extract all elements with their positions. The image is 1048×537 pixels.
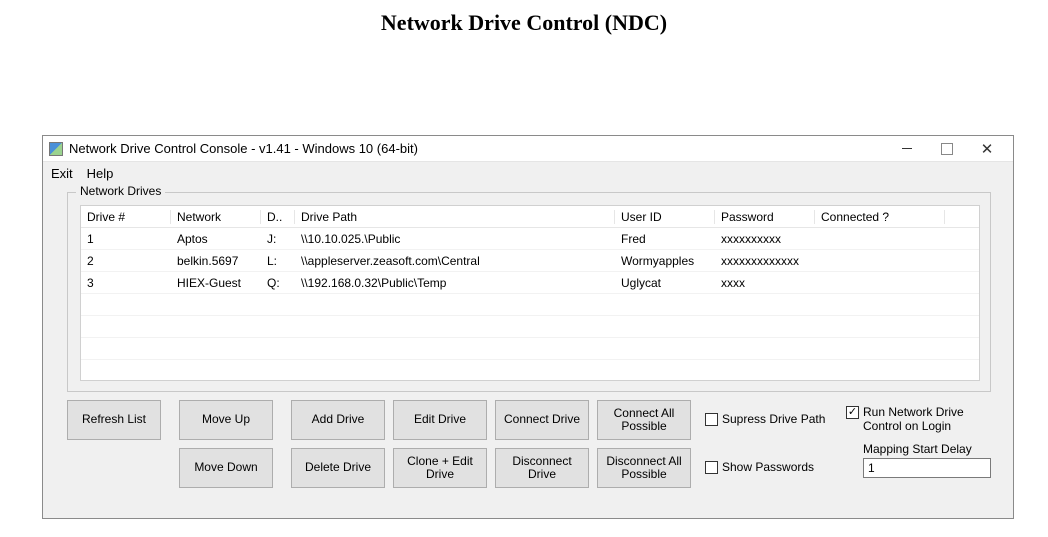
cell-letter: J: — [261, 232, 295, 246]
col-user[interactable]: User ID — [615, 210, 715, 224]
cell-path: \\appleserver.zeasoft.com\Central — [295, 254, 615, 268]
window-controls: ✕ — [887, 137, 1007, 161]
checkbox-icon: ✓ — [846, 406, 859, 419]
cell-drive-num: 3 — [81, 276, 171, 290]
app-icon — [49, 142, 63, 156]
edit-drive-button[interactable]: Edit Drive — [393, 400, 487, 440]
table-row[interactable]: 1 Aptos J: \\10.10.025.\Public Fred xxxx… — [81, 228, 979, 250]
group-label: Network Drives — [76, 184, 165, 198]
cell-letter: Q: — [261, 276, 295, 290]
col-drive-num[interactable]: Drive # — [81, 210, 171, 224]
clone-edit-drive-button[interactable]: Clone + Edit Drive — [393, 448, 487, 488]
col-password[interactable]: Password — [715, 210, 815, 224]
move-up-button[interactable]: Move Up — [179, 400, 273, 440]
col-letter[interactable]: D.. — [261, 210, 295, 224]
col-path[interactable]: Drive Path — [295, 210, 615, 224]
checkbox-icon — [705, 461, 718, 474]
cell-user: Uglycat — [615, 276, 715, 290]
table-row-empty[interactable] — [81, 294, 979, 316]
cell-password: xxxx — [715, 276, 815, 290]
app-window: Network Drive Control Console - v1.41 - … — [42, 135, 1014, 519]
minimize-button[interactable] — [887, 137, 927, 161]
network-drives-group: Network Drives Drive # Network D.. Drive… — [67, 192, 991, 392]
cell-path: \\10.10.025.\Public — [295, 232, 615, 246]
disconnect-all-button[interactable]: Disconnect All Possible — [597, 448, 691, 488]
menu-exit[interactable]: Exit — [51, 166, 73, 181]
table-row-empty[interactable] — [81, 316, 979, 338]
table-row[interactable]: 2 belkin.5697 L: \\appleserver.zeasoft.c… — [81, 250, 979, 272]
window-title: Network Drive Control Console - v1.41 - … — [69, 141, 887, 156]
menu-help[interactable]: Help — [87, 166, 114, 181]
menubar: Exit Help — [43, 162, 1013, 187]
suppress-drive-path-checkbox[interactable]: Supress Drive Path — [705, 412, 825, 426]
connect-all-button[interactable]: Connect All Possible — [597, 400, 691, 440]
cell-network: belkin.5697 — [171, 254, 261, 268]
add-drive-button[interactable]: Add Drive — [291, 400, 385, 440]
col-network[interactable]: Network — [171, 210, 261, 224]
cell-drive-num: 1 — [81, 232, 171, 246]
cell-letter: L: — [261, 254, 295, 268]
col-connected[interactable]: Connected ? — [815, 210, 945, 224]
cell-user: Fred — [615, 232, 715, 246]
checkbox-label: Run Network Drive Control on Login — [863, 406, 1001, 434]
checkbox-label: Supress Drive Path — [722, 412, 825, 426]
list-header[interactable]: Drive # Network D.. Drive Path User ID P… — [81, 206, 979, 228]
delete-drive-button[interactable]: Delete Drive — [291, 448, 385, 488]
show-passwords-checkbox[interactable]: Show Passwords — [705, 460, 814, 474]
refresh-list-button[interactable]: Refresh List — [67, 400, 161, 440]
titlebar: Network Drive Control Console - v1.41 - … — [43, 136, 1013, 162]
page-heading: Network Drive Control (NDC) — [0, 0, 1048, 36]
cell-drive-num: 2 — [81, 254, 171, 268]
table-row-empty[interactable] — [81, 338, 979, 360]
drive-listview[interactable]: Drive # Network D.. Drive Path User ID P… — [80, 205, 980, 381]
disconnect-drive-button[interactable]: Disconnect Drive — [495, 448, 589, 488]
cell-user: Wormyapples — [615, 254, 715, 268]
cell-password: xxxxxxxxxxxxx — [715, 254, 815, 268]
close-button[interactable]: ✕ — [967, 137, 1007, 161]
table-row[interactable]: 3 HIEX-Guest Q: \\192.168.0.32\Public\Te… — [81, 272, 979, 294]
table-row-empty[interactable] — [81, 360, 979, 381]
cell-network: HIEX-Guest — [171, 276, 261, 290]
cell-path: \\192.168.0.32\Public\Temp — [295, 276, 615, 290]
cell-network: Aptos — [171, 232, 261, 246]
maximize-button[interactable] — [927, 137, 967, 161]
move-down-button[interactable]: Move Down — [179, 448, 273, 488]
mapping-delay-input[interactable] — [863, 458, 991, 478]
checkbox-icon — [705, 413, 718, 426]
checkbox-label: Show Passwords — [722, 460, 814, 474]
cell-password: xxxxxxxxxx — [715, 232, 815, 246]
run-on-login-checkbox[interactable]: ✓ Run Network Drive Control on Login — [846, 406, 1001, 434]
connect-drive-button[interactable]: Connect Drive — [495, 400, 589, 440]
